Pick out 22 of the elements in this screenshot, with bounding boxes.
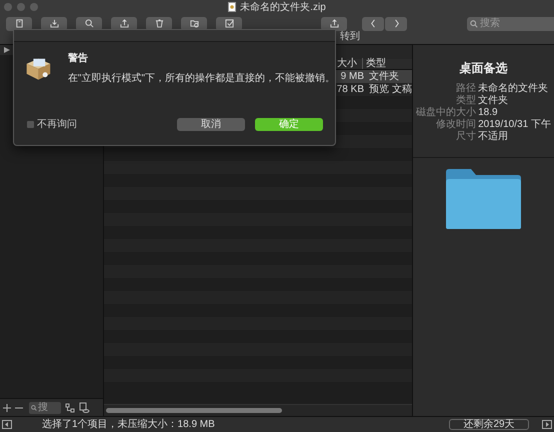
field-label: 修改时间: [435, 119, 476, 130]
checkbox-label: 不再询问: [37, 118, 77, 132]
size-cell-text: 9 MB: [340, 70, 365, 84]
field-value: 不适用: [478, 131, 510, 142]
field-value: 18.9: [478, 107, 499, 118]
type-cell-text: 文件夹: [368, 70, 399, 84]
toolbar-label: 转到: [340, 32, 360, 42]
field-value: 文件夹: [478, 95, 510, 106]
trial-badge: 还剩余29天: [449, 419, 529, 430]
field-label: 尺寸: [455, 131, 476, 142]
dialog-message: 在"立即执行模式"下，所有的操作都是直接的，不能被撤销。: [68, 72, 335, 86]
field-label: 路径: [455, 83, 476, 94]
window-title: 未命名的文件夹.zip: [240, 0, 326, 14]
status-text: 选择了1个项目，未压缩大小：18.9 MB: [42, 418, 215, 432]
field-label: 磁盘中的大小: [415, 107, 476, 118]
field-label: 类型: [455, 95, 476, 106]
size-cell-text: 78 KB: [336, 83, 365, 97]
inspector-title: 桌面备选: [460, 60, 508, 77]
type-cell-text: 预览 文稿: [368, 82, 412, 97]
dialog-title: 警告: [68, 53, 89, 65]
field-value: 2019/10/31 下午: [478, 119, 552, 130]
field-value: 未命名的文件夹: [478, 83, 550, 94]
